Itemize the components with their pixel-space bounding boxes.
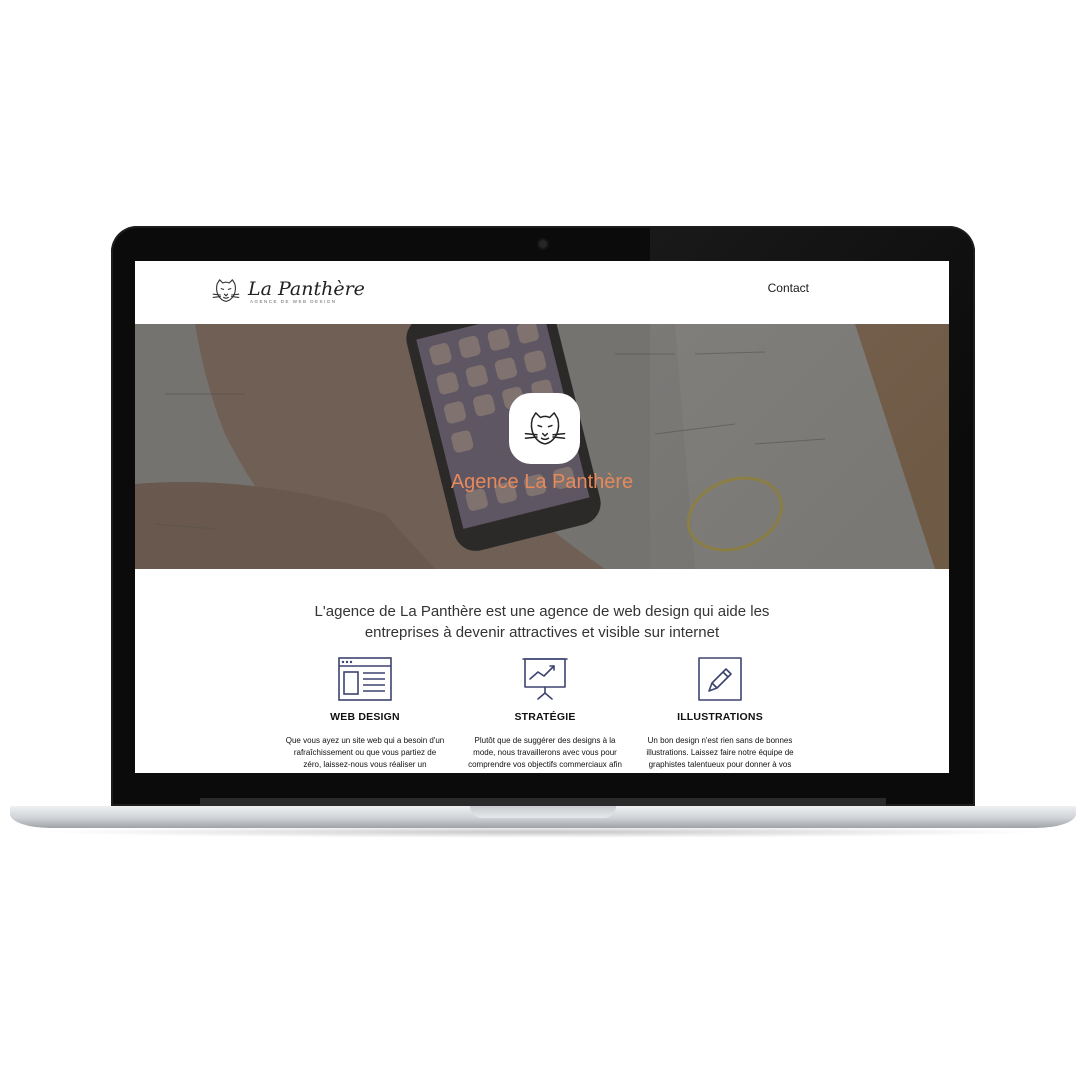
browser-window-icon	[338, 657, 392, 701]
hero-banner: Agence La Panthère	[135, 324, 949, 569]
features-section: WEB DESIGN Que vous ayez un site web qui…	[285, 657, 805, 773]
contact-link[interactable]: Contact	[768, 281, 809, 295]
logo-name: La Panthère	[248, 277, 365, 300]
webcam	[539, 240, 547, 248]
feature-description: Plutôt que de suggérer des designs à la …	[468, 736, 622, 769]
hero-title: Agence La Panthère	[450, 471, 634, 493]
feature-title: STRATÉGIE	[514, 711, 576, 723]
laptop-notch	[470, 806, 616, 818]
feature-web-design: WEB DESIGN Que vous ayez un site web qui…	[285, 657, 445, 771]
website-screen: La Panthère AGENCE DE WEB DESIGN Contact	[135, 261, 949, 773]
feature-description: Un bon design n'est rien sans de bonnes …	[646, 736, 794, 769]
panther-head-icon	[524, 411, 565, 445]
presentation-chart-icon	[522, 658, 568, 700]
panther-logo-icon	[212, 279, 240, 302]
hero-logo-badge	[509, 393, 580, 464]
feature-strategie: STRATÉGIE Plutôt que de suggérer des des…	[465, 657, 625, 771]
site-logo[interactable]: La Panthère AGENCE DE WEB DESIGN	[210, 275, 365, 307]
feature-title: WEB DESIGN	[330, 711, 400, 723]
feature-description: Que vous ayez un site web qui a besoin d…	[285, 736, 445, 769]
intro-text: L'agence de La Panthère est une agence d…	[314, 603, 770, 641]
logo-tagline: AGENCE DE WEB DESIGN	[250, 298, 337, 304]
feature-illustrations: ILLUSTRATIONS Un bon design n'est rien s…	[640, 657, 800, 771]
laptop-hinge	[200, 798, 886, 806]
site-header: La Panthère AGENCE DE WEB DESIGN Contact	[135, 261, 949, 324]
pencil-icon	[698, 657, 742, 701]
feature-title: ILLUSTRATIONS	[677, 711, 763, 723]
